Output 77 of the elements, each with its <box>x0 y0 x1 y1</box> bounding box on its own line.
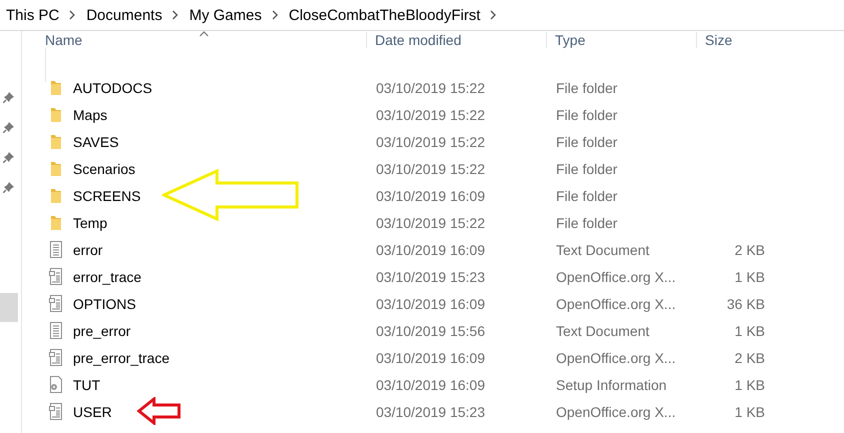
type-cell-text: File folder <box>556 106 618 122</box>
date-cell-text: 03/10/2019 16:09 <box>376 350 486 366</box>
file-name[interactable]: pre_error <box>73 322 131 338</box>
breadcrumb-item[interactable]: Documents <box>86 6 162 24</box>
type-cell-text: File folder <box>556 160 618 176</box>
column-header[interactable]: Size <box>696 32 796 48</box>
size-cell-text: 1 KB <box>734 268 765 284</box>
type-cell-text: Text Document <box>556 242 650 258</box>
file-name[interactable]: error_trace <box>73 268 142 284</box>
file-name[interactable]: Scenarios <box>73 160 136 176</box>
date-cell-text: 03/10/2019 15:22 <box>376 106 486 122</box>
type-cell-text: Setup Information <box>556 376 668 392</box>
date-cell-text: 03/10/2019 16:09 <box>376 188 486 204</box>
breadcrumb-item[interactable]: CloseCombatTheBloodyFirst <box>288 6 480 24</box>
breadcrumb-item[interactable]: My Games <box>189 6 262 24</box>
file-name[interactable]: pre_error_trace <box>73 350 170 366</box>
date-cell-text: 03/10/2019 16:09 <box>376 296 486 312</box>
size-cell-text: 2 KB <box>734 350 765 366</box>
folder-icon <box>49 133 63 150</box>
file-name[interactable]: USER <box>73 404 112 420</box>
date-cell-text: 03/10/2019 15:56 <box>376 322 486 338</box>
column-header[interactable]: Type <box>546 32 696 48</box>
date-cell-text: 03/10/2019 16:09 <box>376 376 486 392</box>
pin-icon[interactable] <box>3 151 15 163</box>
folder-icon <box>49 214 63 231</box>
file-name[interactable]: SCREENS <box>73 188 141 204</box>
date-cell-text: 03/10/2019 15:22 <box>376 214 486 230</box>
type-cell-text: File folder <box>556 214 618 230</box>
date-cell-text: 03/10/2019 15:23 <box>376 268 486 284</box>
date-cell-text: 03/10/2019 15:22 <box>376 134 486 150</box>
column-header[interactable]: Date modified <box>366 32 546 48</box>
file-name[interactable]: error <box>73 242 103 258</box>
size-cell-text: 1 KB <box>734 404 765 420</box>
folder-icon <box>49 160 63 177</box>
breadcrumb-item[interactable]: This PC <box>6 6 60 24</box>
size-cell-text: 1 KB <box>734 376 765 392</box>
folder-icon <box>49 187 63 204</box>
text-file-icon <box>49 241 63 258</box>
folder-icon <box>49 106 63 123</box>
size-cell-text: 36 KB <box>726 296 765 312</box>
type-cell-text: Text Document <box>556 322 650 338</box>
document-icon <box>49 295 63 312</box>
document-icon <box>49 349 63 366</box>
type-cell-text: File folder <box>556 134 618 150</box>
file-name[interactable]: AUTODOCS <box>73 80 152 96</box>
pin-icon[interactable] <box>3 91 15 103</box>
date-cell-text: 03/10/2019 15:22 <box>376 80 486 96</box>
type-cell-text: OpenOffice.org X... <box>556 350 677 366</box>
splitter-handle[interactable] <box>0 293 18 322</box>
column-header[interactable]: Name <box>45 32 366 48</box>
type-cell-text: File folder <box>556 80 618 96</box>
file-name[interactable]: Temp <box>73 214 108 230</box>
chevron-icon <box>69 10 76 20</box>
type-cell-text: OpenOffice.org X... <box>556 296 677 312</box>
date-cell-text: 03/10/2019 15:23 <box>376 404 486 420</box>
type-cell-text: OpenOffice.org X... <box>556 404 677 420</box>
date-cell-text: 03/10/2019 15:22 <box>376 160 486 176</box>
sort-caret-icon <box>199 31 209 37</box>
document-icon <box>49 403 63 420</box>
file-name[interactable]: OPTIONS <box>73 296 136 312</box>
pin-icon[interactable] <box>3 121 15 133</box>
text-file-icon <box>49 322 63 339</box>
file-name[interactable]: Maps <box>73 106 108 122</box>
type-cell-text: OpenOffice.org X... <box>556 268 677 284</box>
type-cell-text: File folder <box>556 188 618 204</box>
size-cell-text: 1 KB <box>734 322 765 338</box>
chevron-icon <box>272 10 279 20</box>
file-name[interactable]: SAVES <box>73 134 119 150</box>
chevron-icon <box>172 10 180 20</box>
settings-file-icon <box>49 376 63 393</box>
folder-icon <box>49 79 63 96</box>
pin-icon[interactable] <box>3 181 15 193</box>
size-cell-text: 2 KB <box>734 242 765 258</box>
date-cell-text: 03/10/2019 16:09 <box>376 242 486 258</box>
document-icon <box>49 268 63 285</box>
file-name[interactable]: TUT <box>73 376 100 392</box>
chevron-icon <box>490 10 498 20</box>
